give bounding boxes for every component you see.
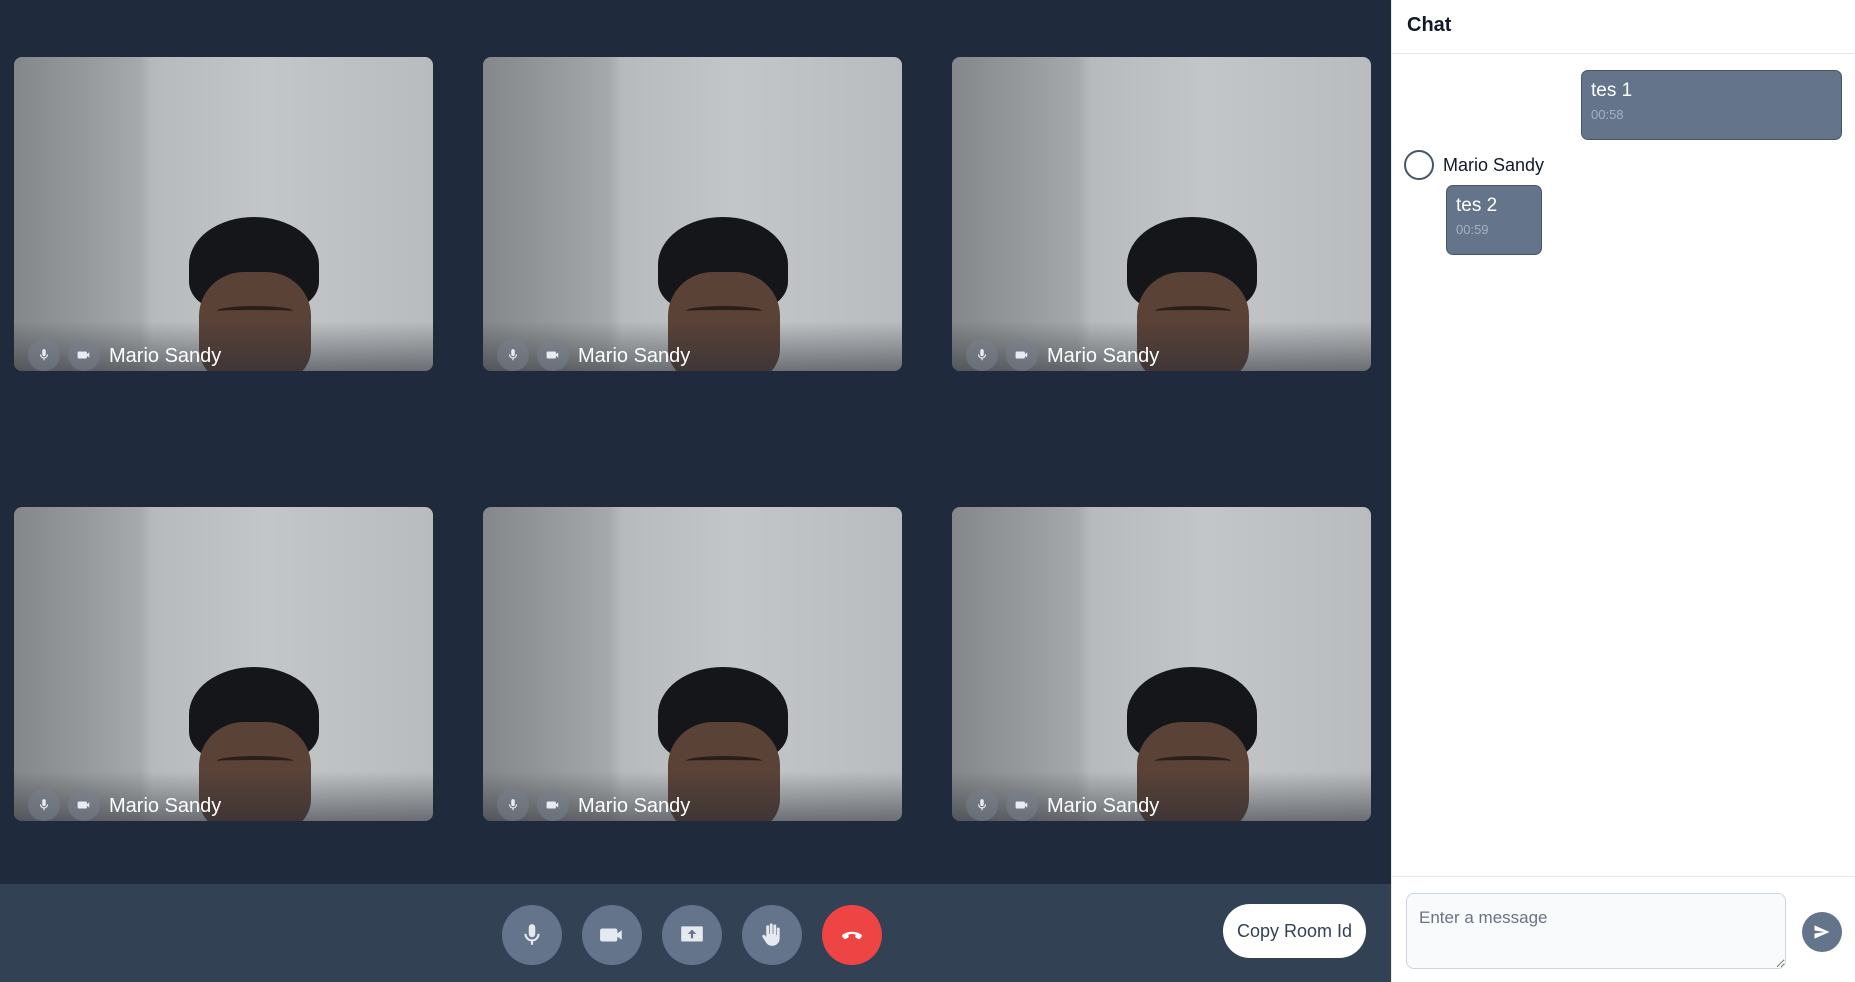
- copy-room-id-button[interactable]: Copy Room Id: [1223, 904, 1366, 958]
- end-call-icon: [841, 931, 863, 940]
- chat-title: Chat: [1392, 0, 1855, 54]
- message-sender: Mario Sandy: [1404, 150, 1544, 180]
- mic-icon[interactable]: [966, 789, 998, 821]
- chat-panel: Chat tes 1 00:58 Mario Sandy tes 2 00:59: [1391, 0, 1855, 982]
- message-time: 00:58: [1591, 107, 1624, 122]
- message-input[interactable]: [1406, 893, 1786, 969]
- chat-footer: [1392, 876, 1855, 982]
- chat-message: tes 2 00:59: [1446, 185, 1542, 255]
- participant-name: Mario Sandy: [109, 345, 222, 367]
- participant-name: Mario Sandy: [578, 795, 691, 817]
- mic-icon[interactable]: [28, 789, 60, 821]
- share-screen-icon: [681, 926, 703, 942]
- call-toolbar: [0, 884, 1391, 982]
- video-grid: Mario Sandy Mario Sandy Mario Sandy Mari…: [0, 0, 1391, 884]
- participant-name: Mario Sandy: [109, 795, 222, 817]
- mic-icon[interactable]: [28, 339, 60, 371]
- video-camera-icon: [600, 928, 622, 942]
- participant-tile[interactable]: Mario Sandy: [483, 57, 902, 371]
- camera-icon[interactable]: [1006, 789, 1038, 821]
- message-time: 00:59: [1456, 222, 1489, 237]
- camera-icon[interactable]: [537, 339, 569, 371]
- camera-icon[interactable]: [68, 339, 100, 371]
- participant-name: Mario Sandy: [578, 345, 691, 367]
- message-text: tes 2: [1456, 195, 1498, 216]
- microphone-button[interactable]: [502, 905, 562, 965]
- raise-hand-button[interactable]: [742, 905, 802, 965]
- participant-tile[interactable]: Mario Sandy: [952, 507, 1371, 821]
- mic-icon[interactable]: [497, 339, 529, 371]
- message-text: tes 1: [1591, 80, 1633, 101]
- mic-icon[interactable]: [497, 789, 529, 821]
- avatar: [1404, 150, 1434, 180]
- raise-hand-icon: [762, 923, 780, 946]
- participant-tile[interactable]: Mario Sandy: [952, 57, 1371, 371]
- send-icon: [1814, 925, 1830, 939]
- chat-message-own: tes 1 00:58: [1581, 70, 1842, 140]
- share-screen-button[interactable]: [662, 905, 722, 965]
- camera-icon[interactable]: [68, 789, 100, 821]
- video-camera-button[interactable]: [582, 905, 642, 965]
- microphone-icon: [524, 924, 540, 945]
- participant-tile[interactable]: Mario Sandy: [14, 507, 433, 821]
- send-button[interactable]: [1802, 912, 1842, 952]
- participant-name: Mario Sandy: [1047, 795, 1160, 817]
- participant-name: Mario Sandy: [1047, 345, 1160, 367]
- participant-tile[interactable]: Mario Sandy: [483, 507, 902, 821]
- mic-icon[interactable]: [966, 339, 998, 371]
- sender-name: Mario Sandy: [1443, 154, 1545, 175]
- end-call-button[interactable]: [822, 905, 882, 965]
- camera-icon[interactable]: [537, 789, 569, 821]
- participant-tile[interactable]: Mario Sandy: [14, 57, 433, 371]
- camera-icon[interactable]: [1006, 339, 1038, 371]
